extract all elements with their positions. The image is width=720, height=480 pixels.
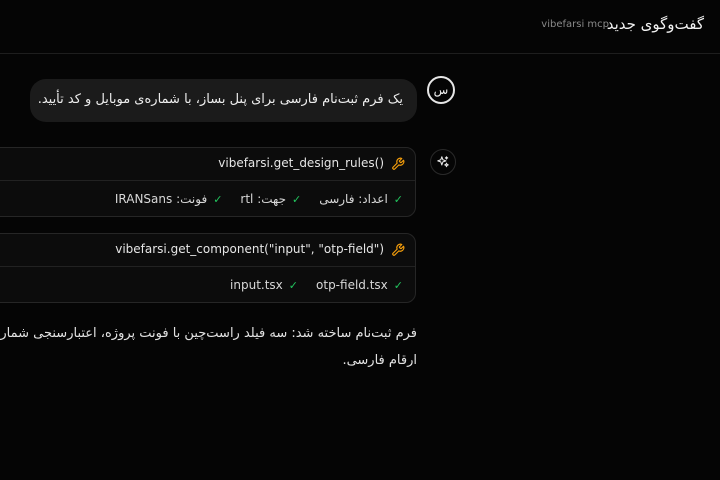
tool-name: vibefarsi.get_design_rules(): [218, 156, 384, 170]
check-icon: ✓: [393, 192, 403, 206]
result-item: ✓ input.tsx: [230, 278, 298, 292]
tool-call-card[interactable]: vibefarsi.get_component("input", "otp-fi…: [0, 233, 416, 303]
tool-results: ✓ input.tsx ✓ otp-field.tsx: [230, 278, 403, 292]
wrench-icon: [392, 243, 405, 256]
check-icon: ✓: [288, 278, 299, 292]
page-title: گفت‌وگوی جدید: [606, 15, 704, 33]
check-icon: ✓: [291, 192, 302, 206]
user-avatar: س: [427, 76, 455, 104]
user-message-bubble: یک فرم ثبت‌نام فارسی برای پنل بساز، با ش…: [30, 79, 417, 122]
result-label: جهت: rtl: [240, 192, 286, 206]
wrench-icon: [392, 157, 405, 170]
user-message-text: یک فرم ثبت‌نام فارسی برای پنل بساز، با ش…: [37, 92, 403, 107]
answer-line: ارقام فارسی.: [342, 353, 417, 368]
result-label: otp-field.tsx: [316, 278, 388, 292]
sparkles-icon: [430, 149, 456, 175]
result-item: ✓ اعداد: فارسی: [319, 192, 403, 206]
result-item: ✓ otp-field.tsx: [316, 278, 403, 292]
result-label: input.tsx: [230, 278, 283, 292]
app-subtitle: vibefarsi mcp: [541, 19, 609, 30]
tool-call-header[interactable]: vibefarsi.get_design_rules(): [0, 148, 415, 181]
check-icon: ✓: [213, 192, 223, 206]
answer-line: فرم ثبت‌نام ساخته شد: سه فیلد راست‌چین ب…: [0, 326, 417, 341]
tool-results: ✓ فونت: IRANSans ✓ جهت: rtl ✓ اعداد: فارسی: [115, 192, 403, 206]
tool-call-header[interactable]: vibefarsi.get_component("input", "otp-fi…: [0, 234, 415, 267]
result-item: ✓ فونت: IRANSans: [115, 192, 223, 206]
check-icon: ✓: [393, 278, 403, 292]
result-label: اعداد: فارسی: [319, 192, 388, 206]
avatar-letter: س: [433, 83, 449, 97]
result-label: فونت: IRANSans: [114, 192, 208, 206]
header: گفت‌وگوی جدید vibefarsi mcp: [0, 0, 720, 54]
result-item: ✓ جهت: rtl: [240, 192, 301, 206]
tool-name: vibefarsi.get_component("input", "otp-fi…: [115, 242, 384, 256]
tool-call-card[interactable]: vibefarsi.get_design_rules() ✓ فونت: IRAN…: [0, 147, 416, 217]
